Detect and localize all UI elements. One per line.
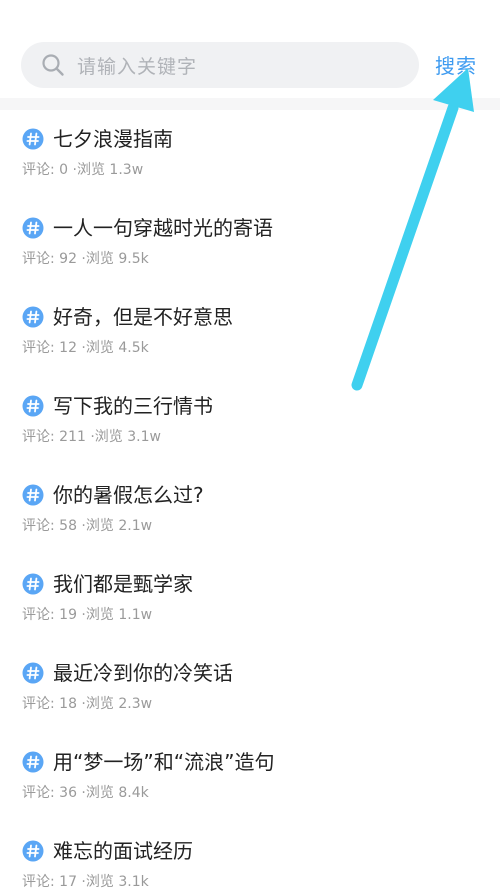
divider <box>0 98 500 110</box>
hashtag-icon <box>22 484 44 506</box>
search-input[interactable]: 请输入关键字 <box>21 42 419 88</box>
topic-search-page: 请输入关键字 搜索 七夕浪漫指南 评论: 0 ·浏览 1.3w 一人一句穿越时光 <box>0 0 500 889</box>
list-item[interactable]: 一人一句穿越时光的寄语 评论: 92 ·浏览 9.5k <box>0 199 500 288</box>
list-item[interactable]: 用“梦一场”和“流浪”造句 评论: 36 ·浏览 8.4k <box>0 733 500 822</box>
hashtag-icon <box>22 573 44 595</box>
search-header: 请输入关键字 搜索 <box>0 0 500 104</box>
hashtag-icon <box>22 662 44 684</box>
topic-title: 我们都是甄学家 <box>53 572 193 596</box>
search-icon <box>42 54 64 76</box>
search-button[interactable]: 搜索 <box>435 50 477 79</box>
topic-meta: 评论: 17 ·浏览 3.1k <box>22 874 149 889</box>
hashtag-icon <box>22 395 44 417</box>
topic-title: 你的暑假怎么过? <box>53 483 204 507</box>
topic-title: 写下我的三行情书 <box>53 394 213 418</box>
hashtag-icon <box>22 217 44 239</box>
search-placeholder: 请输入关键字 <box>77 55 198 78</box>
list-item[interactable]: 你的暑假怎么过? 评论: 58 ·浏览 2.1w <box>0 466 500 555</box>
hashtag-icon <box>22 751 44 773</box>
topic-title: 好奇，但是不好意思 <box>53 305 233 329</box>
list-item[interactable]: 好奇，但是不好意思 评论: 12 ·浏览 4.5k <box>0 288 500 377</box>
list-item[interactable]: 最近冷到你的冷笑话 评论: 18 ·浏览 2.3w <box>0 644 500 733</box>
topic-meta: 评论: 92 ·浏览 9.5k <box>22 251 149 267</box>
topic-meta: 评论: 0 ·浏览 1.3w <box>22 162 144 178</box>
topic-meta: 评论: 58 ·浏览 2.1w <box>22 518 153 534</box>
topic-meta: 评论: 36 ·浏览 8.4k <box>22 785 149 801</box>
topic-list: 七夕浪漫指南 评论: 0 ·浏览 1.3w 一人一句穿越时光的寄语 评论: 92… <box>0 110 500 889</box>
topic-title: 难忘的面试经历 <box>53 839 193 863</box>
topic-title: 一人一句穿越时光的寄语 <box>53 216 273 240</box>
topic-meta: 评论: 12 ·浏览 4.5k <box>22 340 149 356</box>
topic-title: 最近冷到你的冷笑话 <box>53 661 233 685</box>
topic-title: 七夕浪漫指南 <box>53 127 173 151</box>
list-item[interactable]: 我们都是甄学家 评论: 19 ·浏览 1.1w <box>0 555 500 644</box>
hashtag-icon <box>22 128 44 150</box>
topic-meta: 评论: 19 ·浏览 1.1w <box>22 607 153 623</box>
list-item[interactable]: 写下我的三行情书 评论: 211 ·浏览 3.1w <box>0 377 500 466</box>
list-item[interactable]: 七夕浪漫指南 评论: 0 ·浏览 1.3w <box>0 110 500 199</box>
topic-meta: 评论: 211 ·浏览 3.1w <box>22 429 161 445</box>
topic-meta: 评论: 18 ·浏览 2.3w <box>22 696 153 712</box>
hashtag-icon <box>22 306 44 328</box>
list-item[interactable]: 难忘的面试经历 评论: 17 ·浏览 3.1k <box>0 822 500 889</box>
topic-title: 用“梦一场”和“流浪”造句 <box>53 750 275 774</box>
hashtag-icon <box>22 840 44 862</box>
